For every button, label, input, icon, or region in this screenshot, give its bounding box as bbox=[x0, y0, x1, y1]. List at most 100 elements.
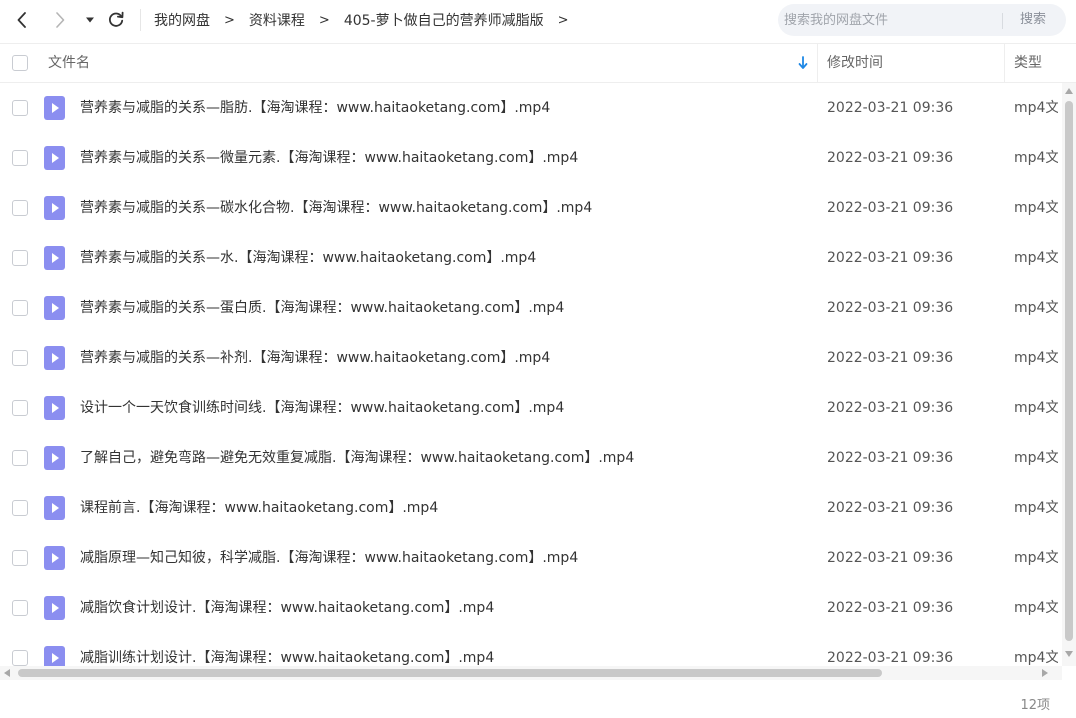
file-modified-time: 2022-03-21 09:36 bbox=[827, 100, 954, 116]
search-input[interactable] bbox=[778, 4, 1000, 36]
history-dropdown-button[interactable] bbox=[82, 7, 98, 33]
file-name[interactable]: 减脂饮食计划设计.【海淘课程：www.haitaoketang.com】.mp4 bbox=[80, 583, 494, 633]
search-box: 搜索 bbox=[778, 4, 1066, 36]
breadcrumb-separator: > bbox=[224, 12, 235, 28]
breadcrumb-item-current-folder[interactable]: 405-萝卜做自己的营养师减脂版 bbox=[344, 10, 544, 30]
file-modified-time: 2022-03-21 09:36 bbox=[827, 250, 954, 266]
table-row[interactable]: 了解自己，避免弯路—避免无效重复减脂.【海淘课程：www.haitaoketan… bbox=[0, 433, 1062, 483]
forward-button[interactable] bbox=[48, 7, 72, 33]
file-modified-time: 2022-03-21 09:36 bbox=[827, 200, 954, 216]
column-divider[interactable] bbox=[1004, 44, 1005, 82]
file-modified-time: 2022-03-21 09:36 bbox=[827, 600, 954, 616]
file-name[interactable]: 了解自己，避免弯路—避免无效重复减脂.【海淘课程：www.haitaoketan… bbox=[80, 433, 634, 483]
column-header-modified[interactable]: 修改时间 bbox=[827, 44, 883, 82]
back-button[interactable] bbox=[10, 7, 34, 33]
search-button[interactable]: 搜索 bbox=[1004, 4, 1062, 36]
table-row[interactable]: 设计一个一天饮食训练时间线.【海淘课程：www.haitaoketang.com… bbox=[0, 383, 1062, 433]
horizontal-scrollbar[interactable] bbox=[0, 666, 1062, 680]
breadcrumb-separator: > bbox=[318, 12, 330, 28]
row-checkbox[interactable] bbox=[12, 500, 28, 516]
column-header-name[interactable]: 文件名 bbox=[48, 44, 90, 82]
sort-down-arrow-icon[interactable] bbox=[796, 55, 810, 71]
table-row[interactable]: 减脂训练计划设计.【海淘课程：www.haitaoketang.com】.mp4… bbox=[0, 633, 1062, 666]
row-checkbox[interactable] bbox=[12, 100, 28, 116]
caret-down-icon bbox=[86, 17, 94, 23]
file-type: mp4文件 bbox=[1014, 400, 1058, 416]
table-header: 文件名 修改时间 类型 bbox=[0, 44, 1076, 82]
file-type: mp4文件 bbox=[1014, 100, 1058, 116]
file-modified-time: 2022-03-21 09:36 bbox=[827, 450, 954, 466]
table-row[interactable]: 营养素与减脂的关系—补剂.【海淘课程：www.haitaoketang.com】… bbox=[0, 333, 1062, 383]
file-type: mp4文件 bbox=[1014, 300, 1058, 316]
vertical-scrollbar-thumb[interactable] bbox=[1065, 101, 1073, 641]
chevron-right-icon bbox=[56, 12, 65, 28]
table-row[interactable]: 课程前言.【海淘课程：www.haitaoketang.com】.mp4 202… bbox=[0, 483, 1062, 533]
file-name[interactable]: 营养素与减脂的关系—碳水化合物.【海淘课程：www.haitaoketang.c… bbox=[80, 183, 592, 233]
vertical-scrollbar[interactable] bbox=[1062, 83, 1076, 666]
file-modified-time: 2022-03-21 09:36 bbox=[827, 150, 954, 166]
row-checkbox[interactable] bbox=[12, 450, 28, 466]
file-modified-time: 2022-03-21 09:36 bbox=[827, 550, 954, 566]
file-type: mp4文件 bbox=[1014, 650, 1058, 666]
breadcrumb-separator[interactable]: > bbox=[558, 13, 569, 28]
column-header-type[interactable]: 类型 bbox=[1014, 44, 1042, 82]
table-row[interactable]: 营养素与减脂的关系—蛋白质.【海淘课程：www.haitaoketang.com… bbox=[0, 283, 1062, 333]
scroll-left-arrow-icon[interactable] bbox=[4, 669, 10, 677]
video-file-icon bbox=[44, 346, 65, 370]
scroll-down-arrow-icon[interactable] bbox=[1065, 651, 1073, 657]
table-row[interactable]: 减脂原理—知己知彼，科学减脂.【海淘课程：www.haitaoketang.co… bbox=[0, 533, 1062, 583]
row-checkbox[interactable] bbox=[12, 200, 28, 216]
refresh-button[interactable] bbox=[104, 7, 128, 33]
file-name[interactable]: 营养素与减脂的关系—蛋白质.【海淘课程：www.haitaoketang.com… bbox=[80, 283, 564, 333]
scroll-up-arrow-icon[interactable] bbox=[1065, 88, 1073, 94]
file-type: mp4文件 bbox=[1014, 550, 1058, 566]
chevron-left-icon bbox=[17, 12, 26, 28]
file-modified-time: 2022-03-21 09:36 bbox=[827, 650, 954, 666]
row-checkbox[interactable] bbox=[12, 600, 28, 616]
file-modified-time: 2022-03-21 09:36 bbox=[827, 500, 954, 516]
row-checkbox[interactable] bbox=[12, 150, 28, 166]
item-count: 12项 bbox=[1020, 698, 1050, 713]
file-modified-time: 2022-03-21 09:36 bbox=[827, 300, 954, 316]
row-checkbox[interactable] bbox=[12, 400, 28, 416]
refresh-icon bbox=[108, 11, 124, 27]
file-name[interactable]: 减脂训练计划设计.【海淘课程：www.haitaoketang.com】.mp4 bbox=[80, 633, 494, 666]
video-file-icon bbox=[44, 196, 65, 220]
horizontal-scrollbar-thumb[interactable] bbox=[18, 669, 882, 677]
file-name[interactable]: 营养素与减脂的关系—补剂.【海淘课程：www.haitaoketang.com】… bbox=[80, 333, 550, 383]
row-checkbox[interactable] bbox=[12, 550, 28, 566]
file-type: mp4文件 bbox=[1014, 200, 1058, 216]
video-file-icon bbox=[44, 646, 65, 666]
file-name[interactable]: 营养素与减脂的关系—脂肪.【海淘课程：www.haitaoketang.com】… bbox=[80, 83, 550, 133]
table-row[interactable]: 营养素与减脂的关系—微量元素.【海淘课程：www.haitaoketang.co… bbox=[0, 133, 1062, 183]
file-name[interactable]: 课程前言.【海淘课程：www.haitaoketang.com】.mp4 bbox=[80, 483, 438, 533]
select-all-checkbox[interactable] bbox=[12, 55, 28, 71]
breadcrumb-item-course-materials[interactable]: 资料课程 bbox=[249, 10, 305, 30]
file-modified-time: 2022-03-21 09:36 bbox=[827, 350, 954, 366]
video-file-icon bbox=[44, 446, 65, 470]
row-checkbox[interactable] bbox=[12, 350, 28, 366]
file-name[interactable]: 营养素与减脂的关系—水.【海淘课程：www.haitaoketang.com】.… bbox=[80, 233, 536, 283]
top-navigation-bar: 我的网盘 > 资料课程 > 405-萝卜做自己的营养师减脂版 > 搜索 bbox=[0, 0, 1076, 40]
video-file-icon bbox=[44, 596, 65, 620]
row-checkbox[interactable] bbox=[12, 650, 28, 666]
file-name[interactable]: 营养素与减脂的关系—微量元素.【海淘课程：www.haitaoketang.co… bbox=[80, 133, 578, 183]
file-type: mp4文件 bbox=[1014, 500, 1058, 516]
search-divider bbox=[1002, 13, 1003, 29]
row-checkbox[interactable] bbox=[12, 300, 28, 316]
file-type: mp4文件 bbox=[1014, 150, 1058, 166]
breadcrumb-item-my-drive[interactable]: 我的网盘 bbox=[154, 10, 210, 30]
column-divider[interactable] bbox=[817, 44, 818, 82]
file-name[interactable]: 设计一个一天饮食训练时间线.【海淘课程：www.haitaoketang.com… bbox=[80, 383, 564, 433]
video-file-icon bbox=[44, 496, 65, 520]
row-checkbox[interactable] bbox=[12, 250, 28, 266]
scroll-right-arrow-icon[interactable] bbox=[1042, 669, 1048, 677]
file-type: mp4文件 bbox=[1014, 250, 1058, 266]
table-row[interactable]: 营养素与减脂的关系—水.【海淘课程：www.haitaoketang.com】.… bbox=[0, 233, 1062, 283]
table-row[interactable]: 营养素与减脂的关系—脂肪.【海淘课程：www.haitaoketang.com】… bbox=[0, 83, 1062, 133]
file-name[interactable]: 减脂原理—知己知彼，科学减脂.【海淘课程：www.haitaoketang.co… bbox=[80, 533, 578, 583]
file-modified-time: 2022-03-21 09:36 bbox=[827, 400, 954, 416]
file-type: mp4文件 bbox=[1014, 600, 1058, 616]
table-row[interactable]: 营养素与减脂的关系—碳水化合物.【海淘课程：www.haitaoketang.c… bbox=[0, 183, 1062, 233]
table-row[interactable]: 减脂饮食计划设计.【海淘课程：www.haitaoketang.com】.mp4… bbox=[0, 583, 1062, 633]
